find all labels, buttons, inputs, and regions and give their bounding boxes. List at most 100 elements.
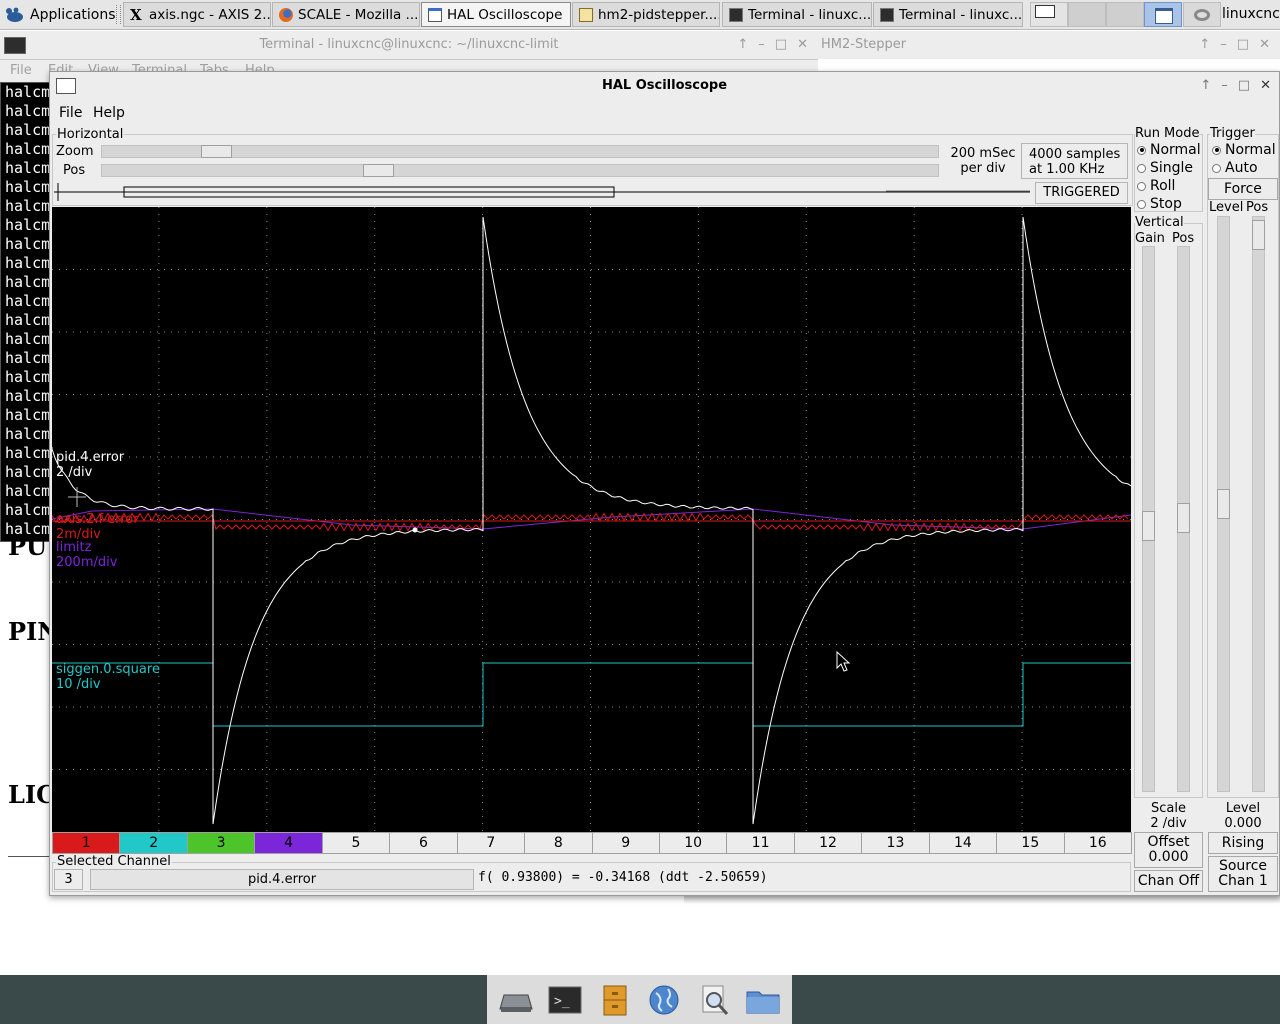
switch-user-button[interactable] xyxy=(1183,2,1221,27)
pos-label: Pos xyxy=(63,163,86,178)
terminal-line: halcm xyxy=(5,159,51,177)
close-icon[interactable]: ✕ xyxy=(1260,78,1271,93)
radio-label: Single xyxy=(1150,160,1194,176)
task-editor[interactable]: hm2-pidstepper.... xyxy=(572,2,720,27)
maximize-icon[interactable]: □ xyxy=(775,37,787,52)
pin-icon[interactable]: ↑ xyxy=(1200,78,1211,93)
run-mode-single[interactable]: Single xyxy=(1137,160,1193,176)
sample-rate-display[interactable]: 200 mSec per div xyxy=(950,146,1016,176)
maximize-icon[interactable]: □ xyxy=(1238,78,1250,93)
terminal-menu-file[interactable]: File xyxy=(10,63,32,78)
channel-button-15[interactable]: 15 xyxy=(996,832,1065,854)
trigger-pos-slider[interactable] xyxy=(1252,216,1265,792)
gain-slider-thumb[interactable] xyxy=(1142,511,1155,541)
pin-icon[interactable]: ↑ xyxy=(737,37,748,52)
task-terminal-2[interactable]: Terminal - linuxc... xyxy=(873,2,1023,27)
trigger-pos-slider-thumb[interactable] xyxy=(1252,220,1265,250)
channel-button-10[interactable]: 10 xyxy=(658,832,728,854)
channel-button-5[interactable]: 5 xyxy=(321,832,391,854)
firefox-icon xyxy=(279,7,293,22)
trigger-edge-button[interactable]: Rising xyxy=(1208,832,1278,854)
trigger-normal[interactable]: Normal xyxy=(1212,142,1276,158)
cursor-readout: f( 0.93800) = -0.34168 (ddt -2.50659) xyxy=(478,870,768,885)
channel-button-14[interactable]: 14 xyxy=(928,832,998,854)
offset-title: Offset xyxy=(1147,834,1190,850)
samples-display[interactable]: 4000 samples at 1.00 KHz xyxy=(1021,143,1128,179)
channel-button-13[interactable]: 13 xyxy=(861,832,930,854)
workspace-1[interactable] xyxy=(1030,2,1068,27)
vertical-pos-slider[interactable] xyxy=(1177,246,1190,792)
pin-icon[interactable]: ↑ xyxy=(1199,37,1210,52)
channel-button-3[interactable]: 3 xyxy=(186,832,256,854)
task-terminal-1[interactable]: Terminal - linuxc... xyxy=(722,2,872,27)
zoom-slider[interactable] xyxy=(101,145,939,158)
globe-icon[interactable] xyxy=(646,983,682,1017)
scale-display[interactable]: Scale 2 /div xyxy=(1134,801,1203,831)
task-label: axis.ngc - AXIS 2... xyxy=(149,6,271,23)
close-icon[interactable]: ✕ xyxy=(797,37,808,52)
trigger-auto[interactable]: Auto xyxy=(1212,160,1258,176)
chan-off-button[interactable]: Chan Off xyxy=(1134,870,1203,892)
task-hal-oscilloscope[interactable]: HAL Oscilloscope xyxy=(421,2,571,27)
vertical-pos-slider-thumb[interactable] xyxy=(1177,503,1190,533)
task-label: hm2-pidstepper.... xyxy=(598,6,720,23)
trigger-level-slider[interactable] xyxy=(1217,216,1230,792)
channel-button-7[interactable]: 7 xyxy=(456,832,526,854)
close-icon[interactable]: ✕ xyxy=(1259,37,1270,52)
pos-slider[interactable] xyxy=(101,164,939,177)
stepper-titlebar: HM2-Stepper ↑ – □ ✕ xyxy=(818,31,1280,59)
terminal-line: halcm xyxy=(5,178,51,196)
source-title: Source xyxy=(1218,858,1268,874)
run-mode-roll[interactable]: Roll xyxy=(1137,178,1175,194)
gain-label: Gain xyxy=(1135,231,1165,246)
maximize-icon[interactable]: □ xyxy=(1237,37,1249,52)
channel-button-4[interactable]: 4 xyxy=(254,832,323,854)
channel-button-11[interactable]: 11 xyxy=(726,832,795,854)
terminal-line: halcm xyxy=(5,140,51,158)
record-position-bar[interactable] xyxy=(54,183,1034,203)
channel-button-6[interactable]: 6 xyxy=(389,832,458,854)
terminal-line: halcm xyxy=(5,330,51,348)
run-mode-stop[interactable]: Stop xyxy=(1137,196,1182,212)
trigger-level-slider-thumb[interactable] xyxy=(1217,489,1230,519)
terminal-output[interactable]: halcm halcm halcm halcm halcm halcm halcm halcm… xyxy=(0,82,52,542)
selected-channel-name[interactable]: pid.4.error xyxy=(90,869,474,890)
file-cabinet-icon[interactable] xyxy=(597,983,633,1017)
channel-button-16[interactable]: 16 xyxy=(1063,832,1132,854)
search-icon[interactable] xyxy=(696,983,732,1017)
minimize-icon[interactable]: – xyxy=(1221,78,1228,93)
trace-label-limitz: limitz 200m/div xyxy=(56,540,117,570)
channel-button-1[interactable]: 1 xyxy=(52,832,121,854)
folder-icon[interactable] xyxy=(745,983,781,1017)
force-button[interactable]: Force xyxy=(1208,178,1278,200)
channel-button-9[interactable]: 9 xyxy=(591,832,660,854)
task-mozilla[interactable]: SCALE - Mozilla ... xyxy=(272,2,420,27)
workspace-2[interactable] xyxy=(1068,2,1106,27)
terminal-icon[interactable]: >_ xyxy=(547,983,583,1017)
scope-plot-area[interactable]: pid.4.error 2 /div axis.2.f-error 2m/div… xyxy=(51,207,1132,832)
zoom-slider-thumb[interactable] xyxy=(201,145,232,158)
doc-rule xyxy=(8,856,52,857)
applications-menu-button[interactable]: Applications xyxy=(4,4,116,25)
user-name: linuxcnc xyxy=(1222,6,1280,22)
menu-help[interactable]: Help xyxy=(93,105,125,121)
channel-button-2[interactable]: 2 xyxy=(119,832,188,854)
pos-slider-thumb[interactable] xyxy=(363,164,394,177)
minimize-icon[interactable]: – xyxy=(758,37,765,52)
offset-button[interactable]: Offset 0.000 xyxy=(1134,832,1203,868)
horizontal-group-label: Horizontal xyxy=(56,127,125,142)
workspace-3[interactable] xyxy=(1106,2,1144,27)
channel-button-8[interactable]: 8 xyxy=(524,832,593,854)
channel-button-12[interactable]: 12 xyxy=(793,832,863,854)
run-mode-normal[interactable]: Normal xyxy=(1137,142,1201,158)
menu-file[interactable]: File xyxy=(59,105,82,121)
task-axis[interactable]: X axis.ngc - AXIS 2... xyxy=(123,2,271,27)
trigger-status: TRIGGERED xyxy=(1035,182,1128,204)
trace-label-siggen: siggen.0.square 10 /div xyxy=(56,662,160,692)
gain-slider[interactable] xyxy=(1142,246,1155,792)
trigger-level-display: Level 0.000 xyxy=(1207,801,1279,831)
show-desktop-button[interactable] xyxy=(1144,2,1182,27)
minimize-icon[interactable]: – xyxy=(1220,37,1227,52)
drive-icon[interactable] xyxy=(498,983,534,1017)
trigger-source-button[interactable]: Source Chan 1 xyxy=(1208,856,1278,892)
